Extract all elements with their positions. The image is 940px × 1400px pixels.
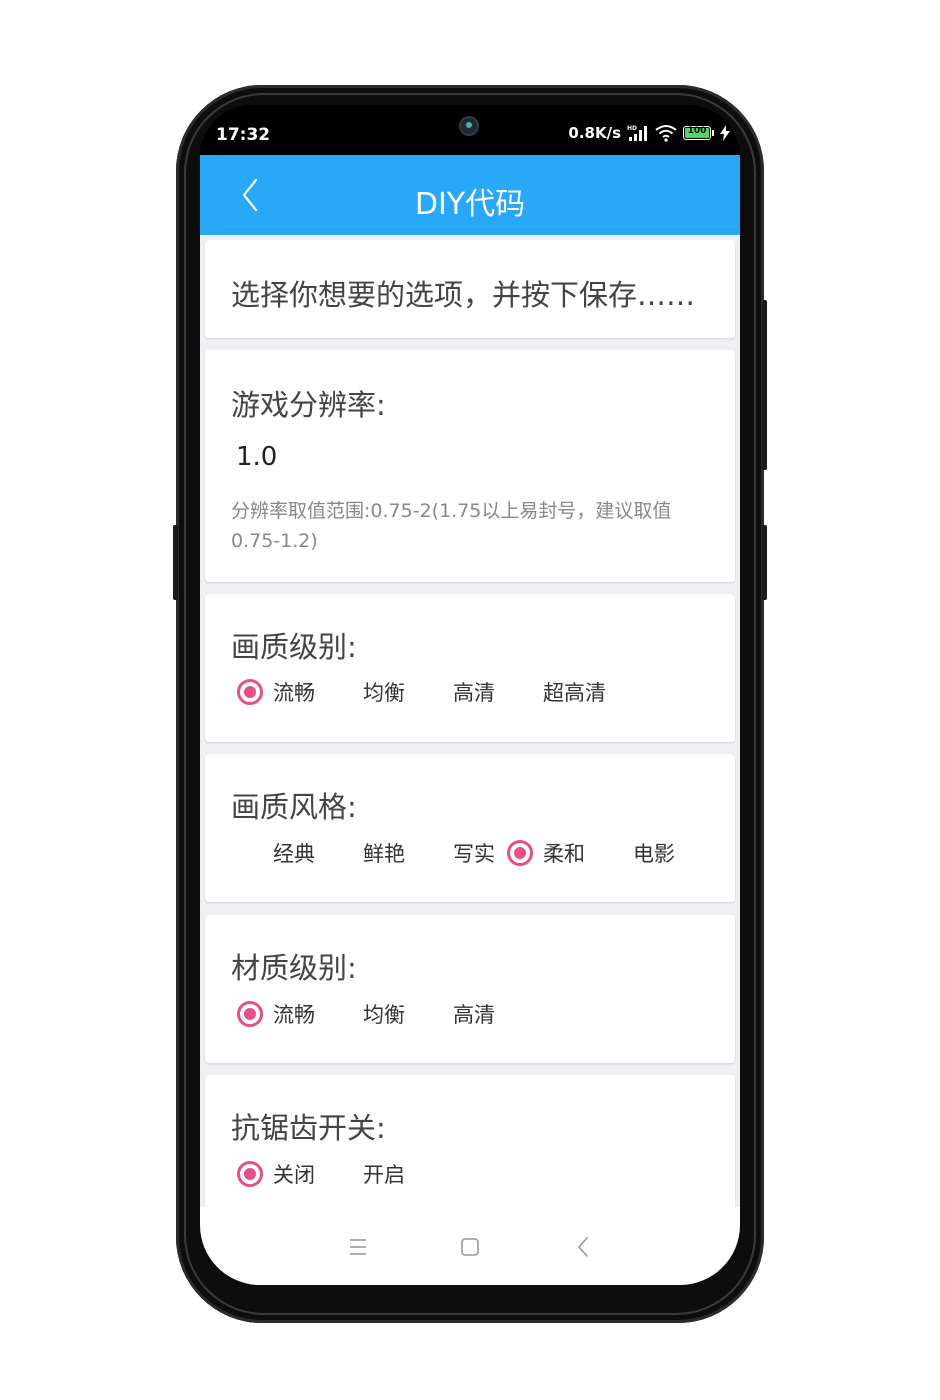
material-level-option-balanced[interactable]: 均衡 [327, 996, 417, 1032]
charging-icon [720, 125, 730, 141]
quality-level-card: 画质级别: 流畅 均衡 高清 超高清 [205, 594, 735, 742]
option-label: 均衡 [363, 681, 405, 705]
quality-style-option-vivid[interactable]: 鲜艳 [327, 835, 417, 871]
radio-unselected-icon [417, 679, 443, 705]
radio-unselected-icon [327, 679, 353, 705]
radio-selected-icon [237, 1161, 263, 1187]
antialias-title: 抗锯齿开关: [231, 1111, 386, 1145]
quality-style-option-soft[interactable]: 柔和 [507, 835, 597, 871]
quality-level-option-balanced[interactable]: 均衡 [327, 674, 417, 710]
antialias-option-on[interactable]: 开启 [327, 1156, 417, 1192]
home-icon[interactable] [458, 1235, 482, 1259]
option-label: 流畅 [273, 1003, 315, 1027]
quality-level-option-smooth[interactable]: 流畅 [237, 674, 327, 710]
material-level-option-hd[interactable]: 高清 [417, 996, 507, 1032]
quality-level-option-hd[interactable]: 高清 [417, 674, 507, 710]
resolution-title: 游戏分辨率: [231, 388, 386, 422]
option-label: 写实 [453, 842, 495, 866]
antialias-radio-group: 关闭 开启 [237, 1156, 417, 1192]
antialias-card: 抗锯齿开关: 关闭 开启 [205, 1075, 735, 1207]
option-label: 关闭 [273, 1163, 315, 1187]
battery-level: 100 [687, 126, 707, 136]
radio-selected-icon [507, 840, 533, 866]
resolution-input[interactable]: 1.0 [236, 442, 277, 472]
hd-badge: HD [627, 125, 637, 132]
quality-level-title: 画质级别: [231, 630, 357, 664]
back-icon[interactable] [572, 1235, 596, 1259]
radio-unselected-icon [237, 840, 263, 866]
option-label: 电影 [633, 842, 675, 866]
quality-level-option-uhd[interactable]: 超高清 [507, 674, 606, 710]
intro-card: 选择你想要的选项，并按下保存…… [205, 240, 735, 338]
signal-icon: HD [627, 125, 647, 141]
wifi-icon [655, 125, 677, 142]
material-level-card: 材质级别: 流畅 均衡 高清 [205, 915, 735, 1063]
quality-style-option-realistic[interactable]: 写实 [417, 835, 507, 871]
intro-text: 选择你想要的选项，并按下保存…… [231, 278, 696, 312]
menu-icon[interactable] [346, 1235, 370, 1259]
app-bar: DIY代码 [200, 155, 740, 235]
page-title: DIY代码 [414, 187, 526, 222]
radio-unselected-icon [507, 679, 533, 705]
quality-style-title: 画质风格: [231, 790, 357, 824]
status-icons: 0.8K/s HD 100 [568, 124, 730, 142]
option-label: 高清 [453, 1003, 495, 1027]
radio-selected-icon [237, 679, 263, 705]
battery-icon: 100 [683, 126, 714, 140]
quality-style-option-movie[interactable]: 电影 [597, 835, 687, 871]
side-key [173, 525, 178, 600]
resolution-hint: 分辨率取值范围:0.75-2(1.75以上易封号，建议取值0.75-1.2) [231, 500, 672, 552]
option-label: 开启 [363, 1163, 405, 1187]
camera-icon [459, 116, 479, 136]
material-level-title: 材质级别: [231, 951, 357, 985]
option-label: 柔和 [543, 842, 585, 866]
radio-unselected-icon [417, 840, 443, 866]
radio-unselected-icon [327, 1001, 353, 1027]
navigation-bar [200, 1207, 740, 1285]
quality-style-option-classic[interactable]: 经典 [237, 835, 327, 871]
material-level-radio-group: 流畅 均衡 高清 [237, 996, 507, 1032]
volume-button [762, 300, 767, 470]
radio-unselected-icon [327, 1161, 353, 1187]
status-bar: 17:32 0.8K/s HD 100 [200, 105, 740, 155]
option-label: 经典 [273, 842, 315, 866]
option-label: 流畅 [273, 681, 315, 705]
option-label: 鲜艳 [363, 842, 405, 866]
quality-level-radio-group: 流畅 均衡 高清 超高清 [237, 674, 606, 710]
material-level-option-smooth[interactable]: 流畅 [237, 996, 327, 1032]
antialias-option-off[interactable]: 关闭 [237, 1156, 327, 1192]
option-label: 均衡 [363, 1003, 405, 1027]
quality-style-radio-group: 经典 鲜艳 写实 柔和 电影 [237, 835, 687, 871]
screen: 17:32 0.8K/s HD 100 DIY代码 选择你想要的选项，并按下保存… [200, 105, 740, 1285]
radio-unselected-icon [597, 840, 623, 866]
resolution-card: 游戏分辨率: 1.0 分辨率取值范围:0.75-2(1.75以上易封号，建议取值… [205, 350, 735, 582]
quality-style-card: 画质风格: 经典 鲜艳 写实 柔和 电影 [205, 754, 735, 902]
network-speed: 0.8K/s [568, 124, 621, 142]
radio-unselected-icon [327, 840, 353, 866]
power-button [762, 525, 767, 600]
settings-list[interactable]: 选择你想要的选项，并按下保存…… 游戏分辨率: 1.0 分辨率取值范围:0.75… [200, 235, 740, 1207]
option-label: 高清 [453, 681, 495, 705]
status-time: 17:32 [216, 125, 271, 145]
radio-selected-icon [237, 1001, 263, 1027]
radio-unselected-icon [417, 1001, 443, 1027]
option-label: 超高清 [543, 681, 606, 705]
